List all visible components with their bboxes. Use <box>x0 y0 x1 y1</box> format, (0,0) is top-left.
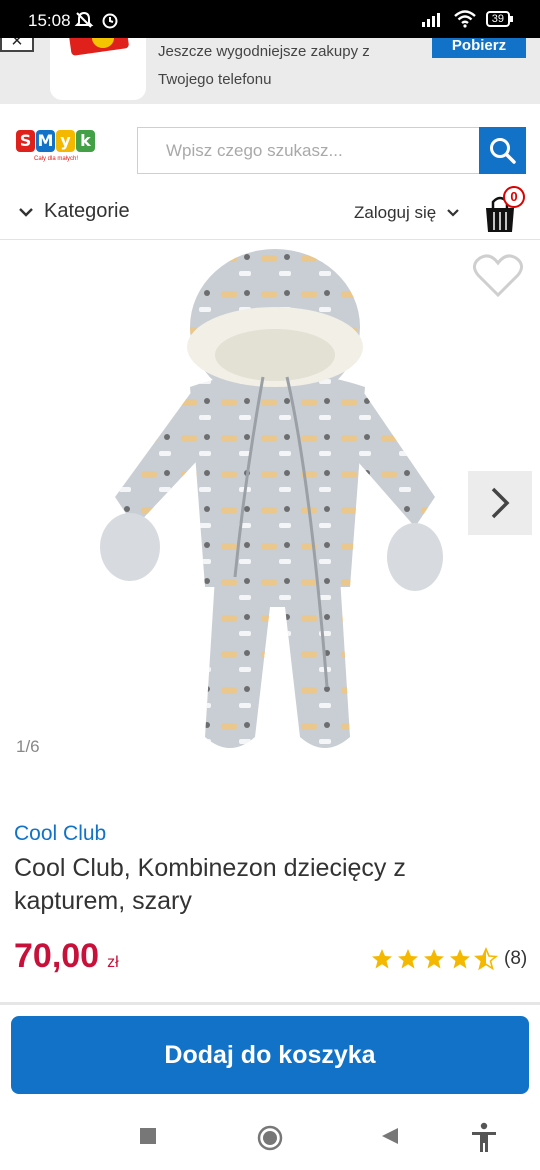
logo-letter: M <box>36 130 55 152</box>
login-button[interactable]: Zaloguj się <box>354 203 460 223</box>
gallery-next-button[interactable] <box>468 471 532 535</box>
accessibility-icon[interactable] <box>470 1122 498 1154</box>
product-rating[interactable]: (8) <box>370 947 527 971</box>
chevron-down-icon <box>447 209 459 217</box>
site-header: S M y k Cały dla małych! Kategorie Zalog… <box>0 104 540 240</box>
status-bar: 15:08 39 <box>0 0 540 38</box>
alarm-icon <box>102 13 118 29</box>
product-brand-link[interactable]: Cool Club <box>14 822 106 846</box>
app-banner: × Jeszcze wygodniejsze zakupy z Twojego … <box>0 38 540 104</box>
banner-open-button[interactable]: Pobierz <box>432 38 526 58</box>
categories-menu-button[interactable]: Kategorie <box>18 200 130 223</box>
categories-label: Kategorie <box>44 200 130 222</box>
recent-apps-icon[interactable] <box>138 1126 158 1146</box>
gallery-counter: 1/6 <box>16 737 40 756</box>
heart-icon <box>473 254 523 298</box>
star-icon <box>372 949 392 969</box>
cart-button[interactable]: 0 <box>480 186 526 232</box>
product-gallery[interactable]: 1/6 <box>0 241 540 781</box>
chevron-down-icon <box>19 207 33 217</box>
product-price: 70,00 zł <box>14 937 119 976</box>
site-logo[interactable]: S M y k Cały dla małych! <box>16 130 95 162</box>
star-icon <box>424 949 444 969</box>
banner-text: Jeszcze wygodniejsze zakupy z Twojego te… <box>158 38 370 94</box>
signal-icon <box>421 13 440 27</box>
system-nav-bar <box>0 1108 540 1170</box>
banner-text-line1: Jeszcze wygodniejsze zakupy z <box>158 43 370 60</box>
price-value: 70,00 <box>14 937 100 975</box>
product-title: Cool Club, Kombinezon dziecięcy z kaptur… <box>14 854 406 915</box>
back-icon[interactable] <box>380 1126 400 1146</box>
search-input[interactable] <box>138 128 479 173</box>
status-time: 15:08 <box>28 11 71 30</box>
chevron-right-icon <box>491 487 510 519</box>
search-button[interactable] <box>479 127 526 174</box>
search-box <box>137 127 479 174</box>
star-icon <box>450 949 470 969</box>
login-label: Zaloguj się <box>354 203 437 222</box>
add-to-wishlist-button[interactable] <box>472 253 524 299</box>
divider <box>0 1002 540 1005</box>
logo-letter: S <box>16 130 35 152</box>
star-half-icon <box>474 947 498 971</box>
battery-icon: 39 <box>485 11 514 27</box>
mute-notifications-icon <box>74 11 94 28</box>
add-to-cart-button[interactable]: Dodaj do koszyka <box>11 1016 529 1094</box>
banner-text-line2: Twojego telefonu <box>158 71 272 88</box>
logo-letter: y <box>56 130 75 152</box>
logo-letter: k <box>76 130 95 152</box>
star-icon <box>398 949 418 969</box>
logo-tagline: Cały dla małych! <box>34 156 79 162</box>
app-logo-icon <box>50 38 146 100</box>
cart-count-badge: 0 <box>503 186 525 208</box>
product-image[interactable] <box>95 247 450 757</box>
review-count[interactable]: (8) <box>504 948 527 970</box>
search-icon <box>490 138 516 164</box>
home-icon[interactable] <box>256 1124 284 1152</box>
price-currency: zł <box>107 954 119 971</box>
banner-close-button[interactable]: × <box>0 38 34 52</box>
wifi-icon <box>453 10 476 28</box>
